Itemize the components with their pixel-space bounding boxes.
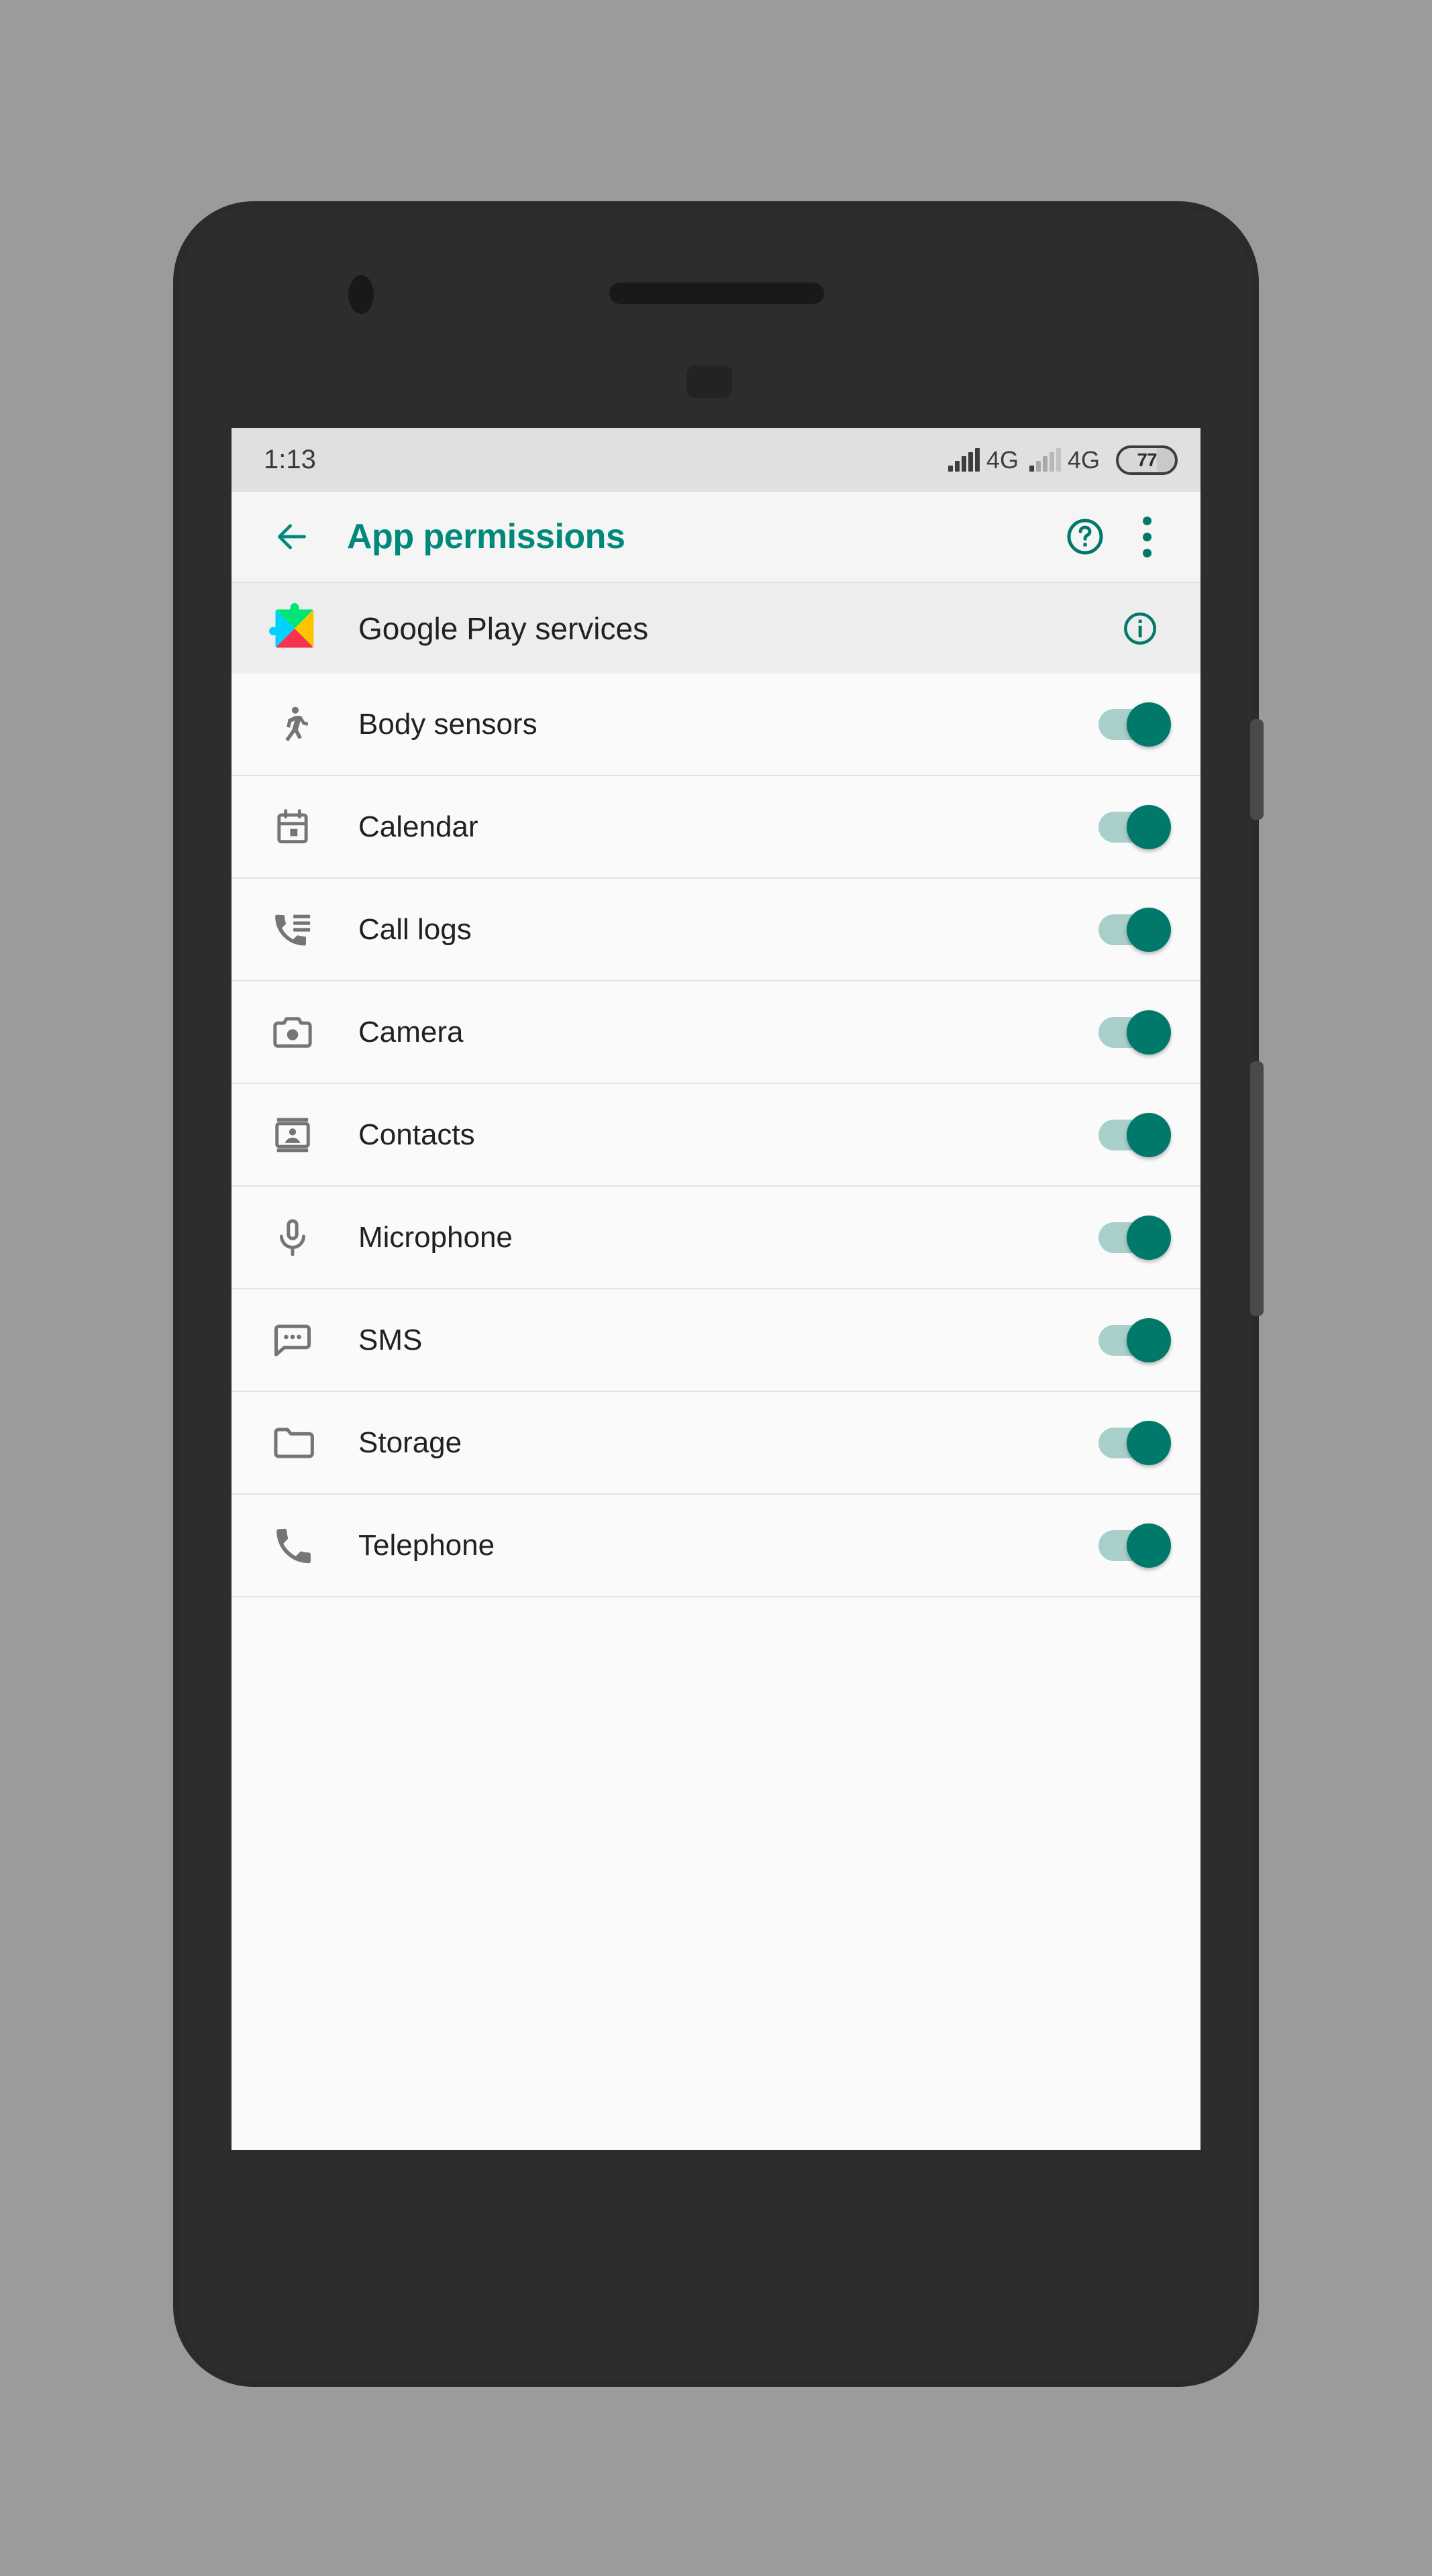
app-header-row[interactable]: Google Play services bbox=[232, 582, 1200, 674]
info-circle-icon bbox=[1124, 612, 1156, 645]
battery-percent: 77 bbox=[1137, 449, 1157, 470]
network-type-sim1: 4G bbox=[986, 445, 1019, 474]
permission-label: Telephone bbox=[358, 1528, 495, 1562]
permission-label: SMS bbox=[358, 1323, 423, 1356]
volume-button[interactable] bbox=[1250, 1061, 1264, 1316]
calendar-icon bbox=[269, 804, 316, 851]
permission-label: Call logs bbox=[358, 912, 472, 946]
status-bar: 1:13 4G 4G 77 bbox=[232, 428, 1200, 492]
help-button[interactable] bbox=[1054, 506, 1116, 568]
permission-toggle[interactable] bbox=[1098, 1420, 1171, 1465]
app-name: Google Play services bbox=[358, 610, 649, 646]
permission-row-body-sensors[interactable]: Body sensors bbox=[232, 674, 1200, 776]
permission-label: Storage bbox=[358, 1426, 462, 1459]
permission-toggle[interactable] bbox=[1098, 1318, 1171, 1362]
camera-icon bbox=[269, 1009, 316, 1056]
permission-row-storage[interactable]: Storage bbox=[232, 1392, 1200, 1495]
contacts-icon bbox=[269, 1112, 316, 1159]
earpiece-speaker-icon bbox=[609, 282, 824, 304]
permission-toggle[interactable] bbox=[1098, 1010, 1171, 1055]
body-sensors-icon bbox=[269, 701, 316, 748]
telephone-icon bbox=[269, 1522, 316, 1569]
storage-icon bbox=[269, 1419, 316, 1466]
permission-toggle[interactable] bbox=[1098, 1523, 1171, 1568]
permission-toggle[interactable] bbox=[1098, 702, 1171, 747]
permission-label: Contacts bbox=[358, 1118, 475, 1151]
permission-row-microphone[interactable]: Microphone bbox=[232, 1187, 1200, 1289]
page-title: App permissions bbox=[347, 517, 625, 556]
power-button[interactable] bbox=[1250, 719, 1264, 820]
permission-label: Calendar bbox=[358, 810, 478, 843]
permission-toggle[interactable] bbox=[1098, 907, 1171, 952]
permission-toggle[interactable] bbox=[1098, 1215, 1171, 1260]
proximity-sensor-icon bbox=[686, 366, 732, 398]
permission-label: Camera bbox=[358, 1015, 464, 1049]
call-logs-icon bbox=[269, 906, 316, 953]
microphone-icon bbox=[269, 1214, 316, 1261]
battery-icon: 77 bbox=[1116, 445, 1178, 475]
permission-toggle[interactable] bbox=[1098, 804, 1171, 849]
phone-screen: 1:13 4G 4G 77 App permissions Google Pla… bbox=[232, 428, 1200, 2150]
front-camera-icon bbox=[348, 275, 374, 314]
back-button[interactable] bbox=[261, 506, 323, 568]
signal-bars-icon-sim2 bbox=[1029, 447, 1061, 472]
wallpaper-backdrop: 1:13 4G 4G 77 App permissions Google Pla… bbox=[0, 0, 1432, 2576]
app-toolbar: App permissions bbox=[232, 492, 1200, 582]
arrow-left-icon bbox=[278, 524, 306, 549]
permission-label: Body sensors bbox=[358, 707, 538, 741]
permission-row-calendar[interactable]: Calendar bbox=[232, 776, 1200, 879]
status-indicators: 4G 4G 77 bbox=[948, 445, 1178, 475]
app-info-button[interactable] bbox=[1109, 598, 1171, 659]
permission-row-contacts[interactable]: Contacts bbox=[232, 1084, 1200, 1187]
permission-label: Microphone bbox=[358, 1220, 513, 1254]
list-empty-area bbox=[232, 1597, 1200, 2150]
permission-row-telephone[interactable]: Telephone bbox=[232, 1495, 1200, 1597]
help-circle-icon bbox=[1067, 519, 1103, 555]
permission-row-sms[interactable]: SMS bbox=[232, 1289, 1200, 1392]
google-play-services-icon bbox=[269, 602, 314, 647]
network-type-sim2: 4G bbox=[1067, 445, 1100, 474]
sms-icon bbox=[269, 1317, 316, 1364]
overflow-menu-button[interactable] bbox=[1116, 506, 1178, 568]
more-vert-icon bbox=[1142, 516, 1152, 557]
status-clock: 1:13 bbox=[264, 445, 316, 474]
signal-bars-icon-sim1 bbox=[948, 447, 980, 472]
permission-row-camera[interactable]: Camera bbox=[232, 981, 1200, 1084]
permissions-list: Body sensors Calendar Call logs Camera C… bbox=[232, 674, 1200, 2150]
permission-toggle[interactable] bbox=[1098, 1112, 1171, 1157]
permission-row-call-logs[interactable]: Call logs bbox=[232, 879, 1200, 981]
